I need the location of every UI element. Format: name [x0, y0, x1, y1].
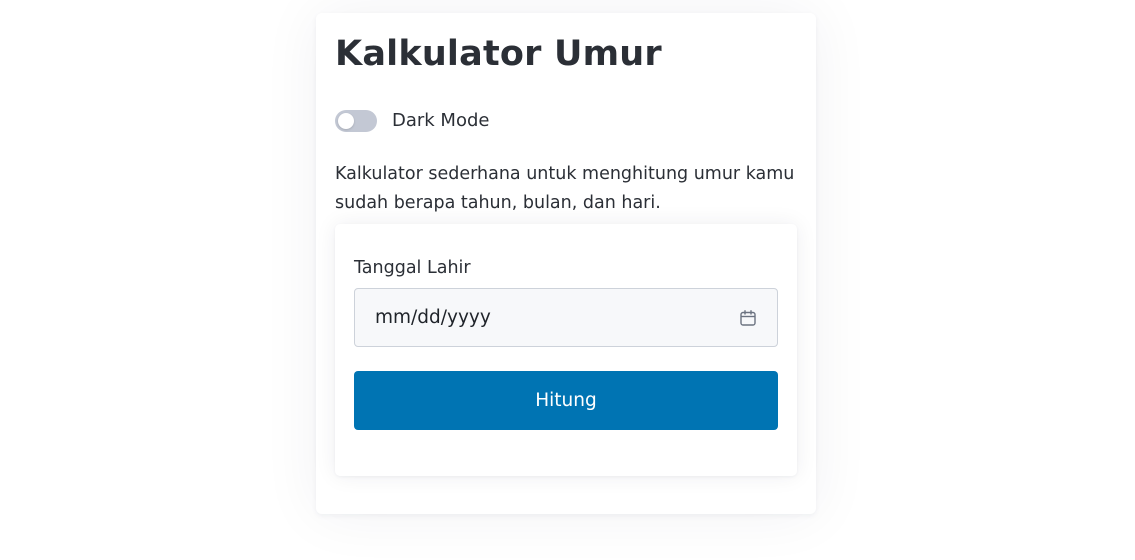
dark-mode-toggle[interactable]: Dark Mode: [335, 108, 489, 134]
calendar-icon-graphic: [740, 309, 756, 326]
birthdate-input[interactable]: mm/dd/yyyy: [354, 288, 778, 347]
age-form: Tanggal Lahir mm/dd/yyyy Hitung: [335, 224, 797, 476]
calculate-button[interactable]: Hitung: [354, 371, 778, 430]
birthdate-label: Tanggal Lahir: [354, 258, 471, 278]
calculator-card: Kalkulator Umur Dark Mode Kalkulator sed…: [316, 13, 816, 514]
description-text: Kalkulator sederhana untuk menghitung um…: [335, 164, 795, 213]
toggle-switch[interactable]: [335, 110, 377, 132]
calendar-icon[interactable]: [739, 309, 757, 327]
page-title: Kalkulator Umur: [335, 34, 662, 74]
birthdate-placeholder[interactable]: mm/dd/yyyy: [375, 307, 739, 328]
page: Kalkulator Umur Dark Mode Kalkulator sed…: [0, 0, 1135, 560]
toggle-knob: [338, 113, 354, 129]
dark-mode-label: Dark Mode: [392, 110, 490, 131]
